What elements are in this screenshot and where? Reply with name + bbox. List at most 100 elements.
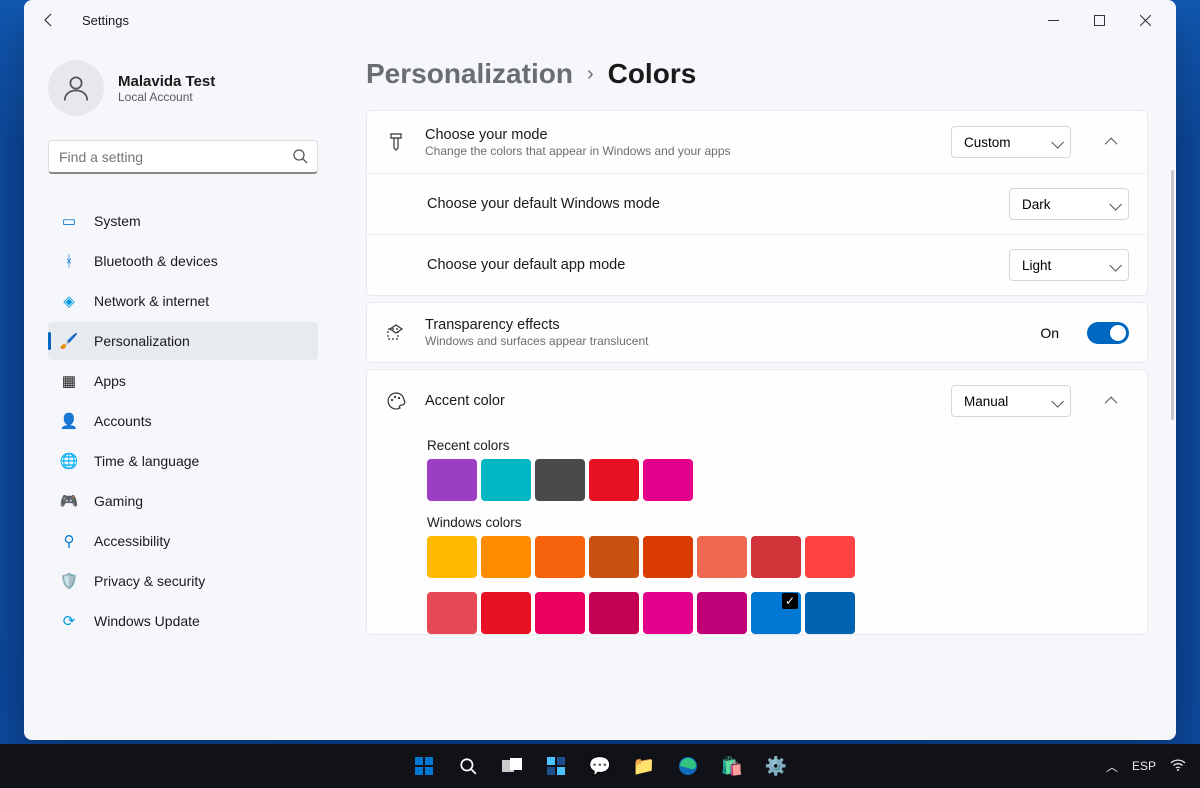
color-swatch[interactable] — [589, 459, 639, 501]
minimize-button[interactable] — [1030, 3, 1076, 37]
mode-dropdown[interactable]: Custom — [951, 126, 1071, 158]
back-button[interactable] — [32, 3, 66, 37]
scrollbar[interactable] — [1171, 170, 1174, 420]
nav-bluetooth[interactable]: ᚼBluetooth & devices — [48, 242, 318, 280]
start-button[interactable] — [405, 747, 443, 785]
settings-window: Settings Malavida Test Local Account — [24, 0, 1176, 740]
breadcrumb: Personalization › Colors — [366, 58, 1148, 90]
windows-mode-label: Choose your default Windows mode — [427, 196, 991, 212]
paintbrush-icon — [385, 132, 407, 152]
recent-colors-label: Recent colors — [427, 438, 1147, 453]
collapse-button[interactable] — [1095, 384, 1129, 418]
color-swatch[interactable] — [643, 459, 693, 501]
accent-dropdown[interactable]: Manual — [951, 385, 1071, 417]
color-swatch[interactable] — [805, 536, 855, 578]
nav-system[interactable]: ▭System — [48, 202, 318, 240]
accent-card: Accent color Manual Recent colors Window… — [366, 369, 1148, 635]
settings-taskbar-icon[interactable]: ⚙️ — [757, 747, 795, 785]
titlebar: Settings — [24, 0, 1176, 40]
breadcrumb-current: Colors — [608, 58, 697, 90]
gamepad-icon: 🎮 — [60, 492, 78, 510]
store-icon[interactable]: 🛍️ — [713, 747, 751, 785]
tray-chevron-icon[interactable]: ︿ — [1106, 758, 1118, 775]
taskbar-search-icon[interactable] — [449, 747, 487, 785]
close-button[interactable] — [1122, 3, 1168, 37]
mode-title: Choose your mode — [425, 127, 933, 143]
color-swatch[interactable] — [643, 592, 693, 634]
transparency-card: Transparency effects Windows and surface… — [366, 302, 1148, 363]
nav-accounts[interactable]: 👤Accounts — [48, 402, 318, 440]
nav-gaming[interactable]: 🎮Gaming — [48, 482, 318, 520]
nav-time-language[interactable]: 🌐Time & language — [48, 442, 318, 480]
transparency-subtitle: Windows and surfaces appear translucent — [425, 334, 1022, 348]
widgets-icon[interactable] — [537, 747, 575, 785]
display-icon: ▭ — [60, 212, 78, 230]
user-profile[interactable]: Malavida Test Local Account — [48, 60, 318, 116]
windows-colors-row-2 — [427, 592, 1027, 634]
accessibility-icon: ⚲ — [60, 532, 78, 550]
windows-mode-dropdown[interactable]: Dark — [1009, 188, 1129, 220]
breadcrumb-parent[interactable]: Personalization — [366, 58, 573, 90]
mode-subtitle: Change the colors that appear in Windows… — [425, 144, 933, 158]
color-swatch[interactable] — [427, 592, 477, 634]
color-swatch[interactable] — [427, 536, 477, 578]
edge-icon[interactable] — [669, 747, 707, 785]
globe-icon: 🌐 — [60, 452, 78, 470]
update-icon: ⟳ — [60, 612, 78, 630]
color-swatch[interactable] — [535, 459, 585, 501]
main-content: Personalization › Colors Choose your mod… — [334, 40, 1176, 740]
maximize-button[interactable] — [1076, 3, 1122, 37]
tray-wifi-icon[interactable] — [1170, 759, 1186, 774]
chat-icon[interactable]: 💬 — [581, 747, 619, 785]
taskbar: 💬 📁 🛍️ ⚙️ ︿ ESP — [0, 744, 1200, 788]
task-view-icon[interactable] — [493, 747, 531, 785]
avatar — [48, 60, 104, 116]
color-swatch[interactable] — [589, 536, 639, 578]
color-swatch[interactable] — [697, 536, 747, 578]
color-swatch[interactable] — [535, 592, 585, 634]
user-name: Malavida Test — [118, 73, 215, 90]
nav-network[interactable]: ◈Network & internet — [48, 282, 318, 320]
language-indicator[interactable]: ESP — [1132, 759, 1156, 773]
paintbrush-icon: 🖌️ — [60, 332, 78, 350]
person-icon: 👤 — [60, 412, 78, 430]
color-swatch[interactable] — [751, 592, 801, 634]
search-icon — [292, 148, 308, 169]
app-mode-label: Choose your default app mode — [427, 257, 991, 273]
color-swatch[interactable] — [805, 592, 855, 634]
color-swatch[interactable] — [643, 536, 693, 578]
color-swatch[interactable] — [697, 592, 747, 634]
search-input[interactable] — [48, 140, 318, 174]
transparency-toggle[interactable] — [1087, 322, 1129, 344]
transparency-title: Transparency effects — [425, 317, 1022, 333]
window-title: Settings — [82, 13, 129, 28]
nav-accessibility[interactable]: ⚲Accessibility — [48, 522, 318, 560]
color-swatch[interactable] — [535, 536, 585, 578]
nav-privacy[interactable]: 🛡️Privacy & security — [48, 562, 318, 600]
toggle-state-label: On — [1040, 325, 1059, 341]
app-mode-dropdown[interactable]: Light — [1009, 249, 1129, 281]
nav-personalization[interactable]: 🖌️Personalization — [48, 322, 318, 360]
bluetooth-icon: ᚼ — [60, 252, 78, 270]
color-swatch[interactable] — [589, 592, 639, 634]
windows-colors-row-1 — [427, 536, 1027, 578]
color-swatch[interactable] — [427, 459, 477, 501]
user-account-type: Local Account — [118, 90, 215, 104]
apps-icon: ▦ — [60, 372, 78, 390]
nav: ▭System ᚼBluetooth & devices ◈Network & … — [48, 202, 318, 640]
collapse-button[interactable] — [1095, 125, 1129, 159]
color-swatch[interactable] — [751, 536, 801, 578]
windows-colors-label: Windows colors — [427, 515, 1147, 530]
nav-apps[interactable]: ▦Apps — [48, 362, 318, 400]
color-swatch[interactable] — [481, 459, 531, 501]
nav-windows-update[interactable]: ⟳Windows Update — [48, 602, 318, 640]
color-swatch[interactable] — [481, 536, 531, 578]
transparency-icon — [385, 323, 407, 343]
shield-icon: 🛡️ — [60, 572, 78, 590]
palette-icon — [385, 391, 407, 411]
chevron-right-icon: › — [587, 63, 594, 86]
color-swatch[interactable] — [481, 592, 531, 634]
file-explorer-icon[interactable]: 📁 — [625, 747, 663, 785]
wifi-icon: ◈ — [60, 292, 78, 310]
recent-colors-row — [427, 459, 1027, 501]
